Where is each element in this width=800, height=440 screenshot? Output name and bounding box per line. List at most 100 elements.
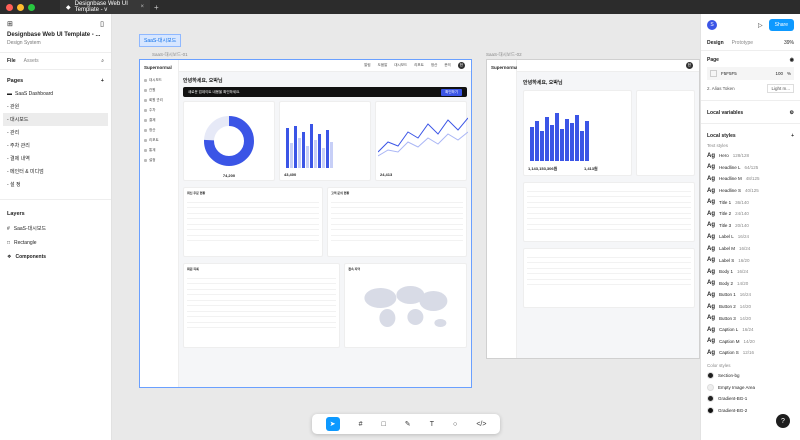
text-style-item[interactable]: Ag Label S 16/20: [701, 254, 800, 266]
page-item[interactable]: ▬ SaaS Dashboard: [0, 88, 111, 100]
user-avatar[interactable]: 한: [457, 62, 465, 69]
close-window-button[interactable]: [6, 3, 13, 11]
text-style-item[interactable]: Ag Body 1 16/24: [701, 266, 800, 278]
text-style-item[interactable]: Ag Title 2 24/140: [701, 208, 800, 220]
dashboard-frame-2[interactable]: Supernormal 한 안녕하세요, 오박님 1,143,153,306원: [486, 59, 700, 359]
text-style-preview: Ag: [707, 175, 715, 182]
help-button[interactable]: ?: [776, 414, 790, 428]
selected-frame-badge[interactable]: SaaS-대시보드: [139, 34, 182, 47]
topbar-item[interactable]: 도움말: [378, 63, 388, 68]
user-avatar[interactable]: 한: [685, 62, 693, 69]
zoom-level[interactable]: 39%: [784, 40, 794, 46]
comment-tool-icon[interactable]: ○: [453, 421, 457, 428]
color-style-item[interactable]: Gradient-BG-1: [701, 393, 800, 405]
browser-tab[interactable]: ◆ Designbase Web UI Template - v ×: [60, 0, 150, 14]
text-style-item[interactable]: Ag Headline L 64/125: [701, 162, 800, 174]
list-item[interactable]: [187, 323, 337, 328]
play-icon[interactable]: ▷: [758, 22, 763, 29]
text-style-item[interactable]: Ag Headline M 48/125: [701, 173, 800, 185]
maximize-window-button[interactable]: [28, 3, 35, 11]
page-color-value[interactable]: F5F5F5: [721, 71, 737, 76]
sidebar-item[interactable]: 정산: [140, 125, 178, 135]
minimize-window-button[interactable]: [17, 3, 24, 11]
tab-assets[interactable]: Assets: [24, 58, 39, 64]
add-style-icon[interactable]: +: [791, 133, 794, 139]
frame2-label[interactable]: SaaS-대시보드-02: [486, 52, 522, 58]
local-variables-label[interactable]: Local variables: [707, 110, 743, 116]
text-style-item[interactable]: Ag Headline S 40/125: [701, 185, 800, 197]
code-tool-icon[interactable]: </>: [476, 421, 486, 428]
variables-icon[interactable]: ⚙: [790, 110, 794, 116]
share-button[interactable]: Share: [768, 19, 794, 31]
alias-mode-dropdown[interactable]: Light m...: [767, 84, 794, 93]
sidebar-item[interactable]: 설정: [140, 155, 178, 165]
dashboard-frame-1[interactable]: Supernormal 대시보드 관원 회원 관리 주차 결제 정산 리포트 통…: [139, 59, 472, 388]
move-tool-icon[interactable]: ➤: [325, 417, 340, 431]
tab-file[interactable]: File: [7, 58, 16, 64]
sidebar-item[interactable]: 통계: [140, 145, 178, 155]
table-row[interactable]: [187, 236, 319, 241]
layer-item[interactable]: □ Rectangle: [0, 236, 111, 250]
shape-tool-icon[interactable]: □: [382, 421, 386, 428]
list-item[interactable]: [527, 280, 691, 285]
sidebar-item[interactable]: 리포트: [140, 135, 178, 145]
topbar-item[interactable]: 알림: [364, 63, 370, 68]
text-style-item[interactable]: Ag Caption L 16/24: [701, 324, 800, 336]
page-item[interactable]: - 관리: [0, 126, 111, 139]
user-avatar[interactable]: S: [707, 20, 717, 30]
sidebar-item[interactable]: 관원: [140, 85, 178, 95]
sidebar-toggle-icon[interactable]: ▯: [100, 20, 104, 28]
text-style-item[interactable]: Ag Button 2 14/20: [701, 301, 800, 313]
text-style-item[interactable]: Ag Button 1 16/24: [701, 289, 800, 301]
close-tab-icon[interactable]: ×: [140, 4, 144, 10]
add-page-icon[interactable]: +: [101, 78, 104, 84]
sidebar-item[interactable]: 회원 관리: [140, 95, 178, 105]
page-item[interactable]: - 주차 관리: [0, 139, 111, 152]
main-menu-icon[interactable]: ⊞: [7, 20, 13, 28]
page-item[interactable]: - 메인터 & 미디엄: [0, 165, 111, 178]
tab-design[interactable]: Design: [707, 40, 724, 46]
page-item[interactable]: - 설 정: [0, 178, 111, 191]
text-style-item[interactable]: Ag Caption M 14/20: [701, 336, 800, 348]
canvas[interactable]: SaaS-대시보드 SaaS-대시보드-01 SaaS-대시보드-02 Supe…: [112, 14, 700, 440]
banner-button[interactable]: 확인하기: [441, 88, 462, 96]
layer-item[interactable]: ❖ Components: [0, 250, 111, 264]
page-item-selected[interactable]: - 대시보드: [3, 113, 108, 126]
frame1-label[interactable]: SaaS-대시보드-01: [152, 52, 188, 58]
text-style-item[interactable]: Ag Body 2 14/20: [701, 278, 800, 290]
layer-item[interactable]: # SaaS-대시보드: [0, 221, 111, 236]
opacity-unit: %: [786, 71, 791, 76]
color-style-item[interactable]: Section-bg: [701, 370, 800, 382]
sidebar-item[interactable]: 주차: [140, 105, 178, 115]
text-style-item[interactable]: Ag Label M 16/24: [701, 243, 800, 255]
text-style-item[interactable]: Ag Title 3 20/140: [701, 220, 800, 232]
text-style-item[interactable]: Ag Button 3 14/20: [701, 312, 800, 324]
page-color-field[interactable]: F5F5F5 100 %: [707, 67, 794, 80]
text-style-item[interactable]: Ag Caption S 12/16: [701, 347, 800, 359]
new-tab-button[interactable]: +: [154, 3, 159, 12]
topbar-item[interactable]: 대시보드: [394, 63, 407, 68]
text-tool-icon[interactable]: T: [430, 421, 434, 428]
frame-tool-icon[interactable]: #: [359, 421, 363, 428]
color-style-item[interactable]: Empty Image Area: [701, 381, 800, 393]
pen-tool-icon[interactable]: ✎: [405, 420, 411, 428]
search-icon[interactable]: ⌕: [101, 58, 104, 64]
topbar-item[interactable]: 정산: [431, 63, 437, 68]
list-item[interactable]: [527, 225, 691, 230]
text-style-item[interactable]: Ag Title 1 36/140: [701, 196, 800, 208]
text-style-name: Title 3: [719, 222, 732, 228]
tab-prototype[interactable]: Prototype: [732, 40, 753, 46]
text-style-item[interactable]: Ag Label L 16/24: [701, 231, 800, 243]
text-style-item[interactable]: Ag Hero 128/128: [701, 150, 800, 162]
topbar-item[interactable]: 리포트: [414, 63, 424, 68]
eye-icon[interactable]: ◉: [790, 57, 794, 63]
table-row[interactable]: [331, 236, 463, 241]
page-item[interactable]: - 결제 내역: [0, 152, 111, 165]
file-title[interactable]: Designbase Web UI Template - ...: [0, 30, 111, 38]
sidebar-item[interactable]: 결제: [140, 115, 178, 125]
page-opacity-value[interactable]: 100: [775, 71, 783, 76]
topbar-item[interactable]: 문의: [444, 63, 450, 68]
sidebar-item[interactable]: 대시보드: [140, 75, 178, 85]
color-swatch[interactable]: [710, 70, 717, 77]
page-item[interactable]: - 관원: [0, 100, 111, 113]
